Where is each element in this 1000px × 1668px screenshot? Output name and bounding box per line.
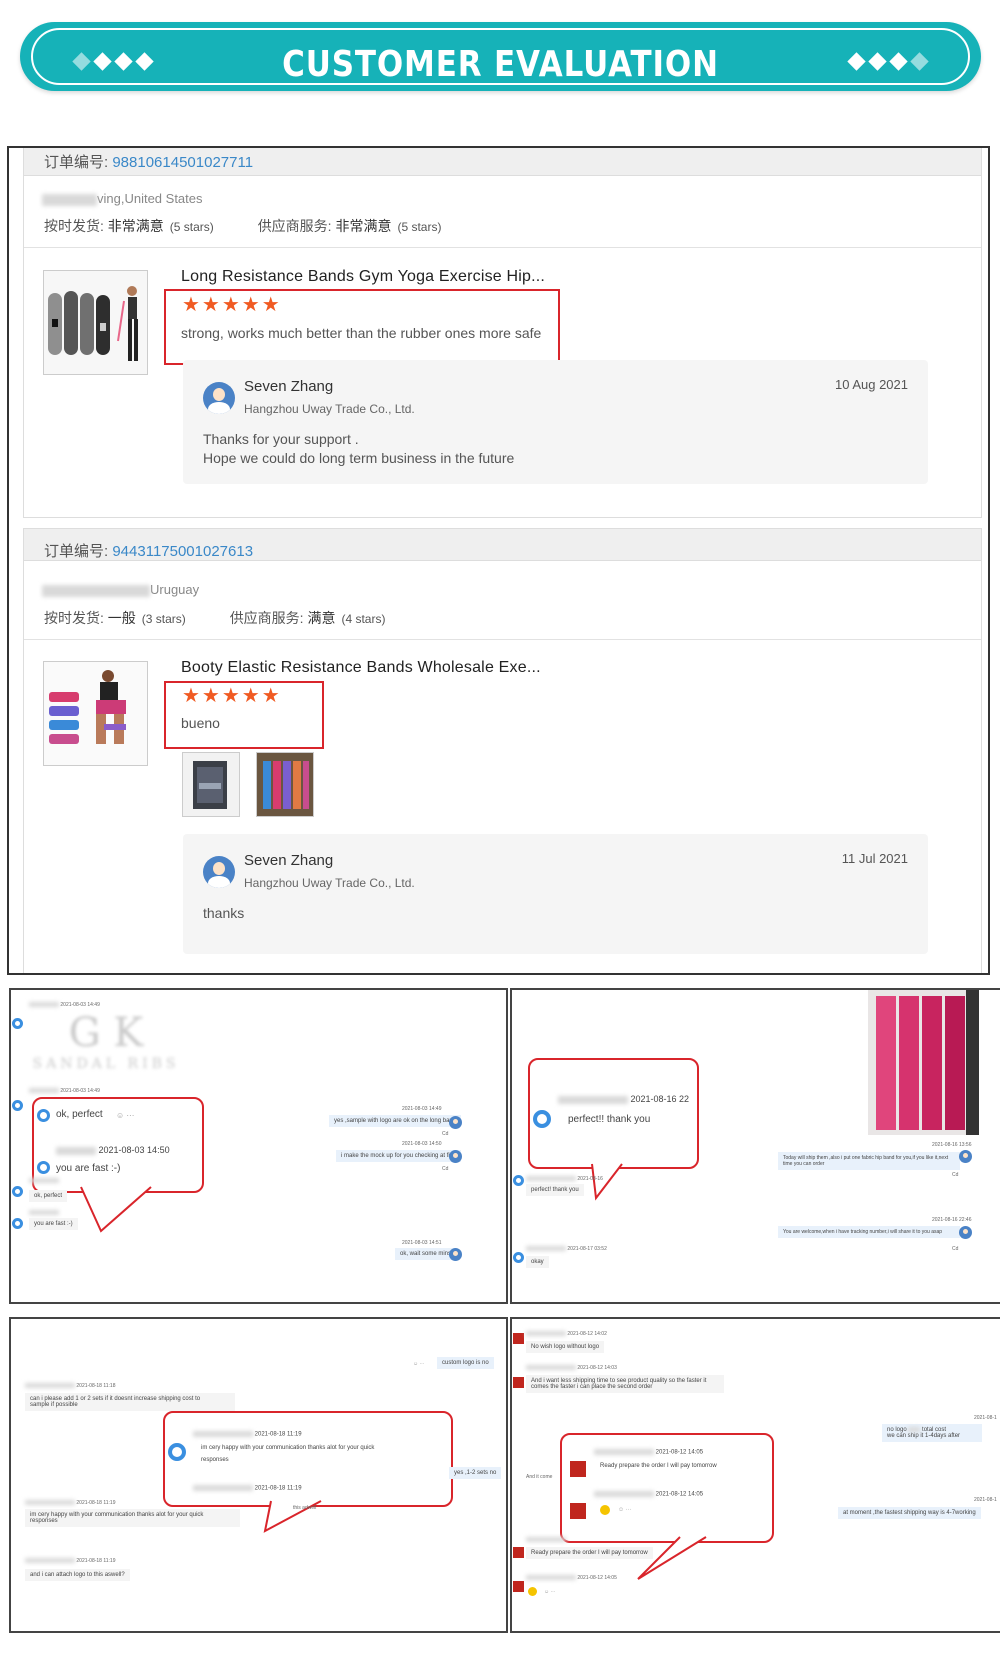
order-ratings: 按时发货: 一般 (3 stars) 供应商服务: 满意 (4 stars) (44, 610, 386, 626)
product-photo-pink-bands (868, 990, 979, 1135)
blurred-buyer-name (42, 193, 97, 206)
reply-date: 10 Aug 2021 (834, 377, 908, 392)
order-number-link[interactable]: 98810614501027711 (112, 154, 253, 171)
chat-screenshot: custom logo is no ☺ ··· 2021-08-18 11:18… (9, 1317, 508, 1633)
reply-name: Seven Zhang (244, 852, 334, 869)
order-number-link[interactable]: 94431175001027613 (112, 543, 253, 560)
chat-screenshot: 2021-08-16 22 perfect!! thank you 2021-0… (510, 988, 1000, 1304)
banner-border: CUSTOMER EVALUATION (31, 28, 970, 85)
supplier-reply: Seven Zhang Hangzhou Uway Trade Co., Ltd… (183, 834, 928, 954)
highlight-callout: 2021-08-12 14:05 Ready prepare the order… (560, 1433, 774, 1543)
highlight-callout: 2021-08-18 11:19 im cery happy with your… (163, 1411, 453, 1507)
order-card: 订单编号: 98810614501027711 ving,United Stat… (23, 148, 982, 518)
buyer-location: Uruguay (42, 582, 199, 597)
banner-title: CUSTOMER EVALUATION (282, 44, 719, 85)
highlight-callout: 2021-08-16 22 perfect!! thank you (528, 1058, 699, 1169)
avatar (203, 856, 235, 888)
customer-evaluation-banner: CUSTOMER EVALUATION (20, 22, 981, 91)
diamond-decoration-right (847, 52, 929, 71)
reply-company: Hangzhou Uway Trade Co., Ltd. (244, 402, 415, 416)
order-header: 订单编号: 94431175001027613 (24, 529, 981, 561)
product-title[interactable]: Long Resistance Bands Gym Yoga Exercise … (181, 268, 545, 286)
review-stars: ★★★★★ (182, 685, 282, 707)
chat-screenshot: G K SANDAL RIBS 2021-08-03 14:49 2021-08… (9, 988, 508, 1304)
product-thumbnail[interactable] (43, 661, 148, 766)
buyer-location: ving,United States (42, 191, 203, 206)
order-reviews-panel: 订单编号: 98810614501027711 ving,United Stat… (7, 146, 990, 975)
review-stars: ★★★★★ (182, 294, 282, 316)
reply-message: Thanks for your support . Hope we could … (203, 431, 515, 466)
reply-name: Seven Zhang (244, 378, 334, 395)
reply-date: 11 Jul 2021 (841, 851, 908, 866)
order-header: 订单编号: 98810614501027711 (24, 148, 981, 176)
chat-screenshot: 2021-08-12 14:02 No wish logo without lo… (510, 1317, 1000, 1633)
order-ratings: 按时发货: 非常满意 (5 stars) 供应商服务: 非常满意 (5 stars) (44, 218, 442, 234)
review-text: bueno (181, 715, 220, 731)
supplier-reply: Seven Zhang Hangzhou Uway Trade Co., Ltd… (183, 360, 928, 484)
reply-company: Hangzhou Uway Trade Co., Ltd. (244, 876, 415, 890)
review-text: strong, works much better than the rubbe… (181, 325, 542, 341)
blurred-logo-watermark: G K SANDAL RIBS (32, 1010, 180, 1072)
reply-message: thanks (203, 905, 245, 921)
order-card: 订单编号: 94431175001027613 Uruguay 按时发货: 一般… (23, 528, 982, 973)
order-number: 订单编号: 98810614501027711 (44, 154, 254, 171)
order-number: 订单编号: 94431175001027613 (44, 543, 254, 560)
review-photo[interactable] (256, 752, 314, 817)
blurred-buyer-name (42, 584, 150, 597)
avatar (203, 382, 235, 414)
review-photo[interactable] (182, 752, 240, 817)
product-thumbnail[interactable] (43, 270, 148, 375)
product-title[interactable]: Booty Elastic Resistance Bands Wholesale… (181, 659, 541, 677)
